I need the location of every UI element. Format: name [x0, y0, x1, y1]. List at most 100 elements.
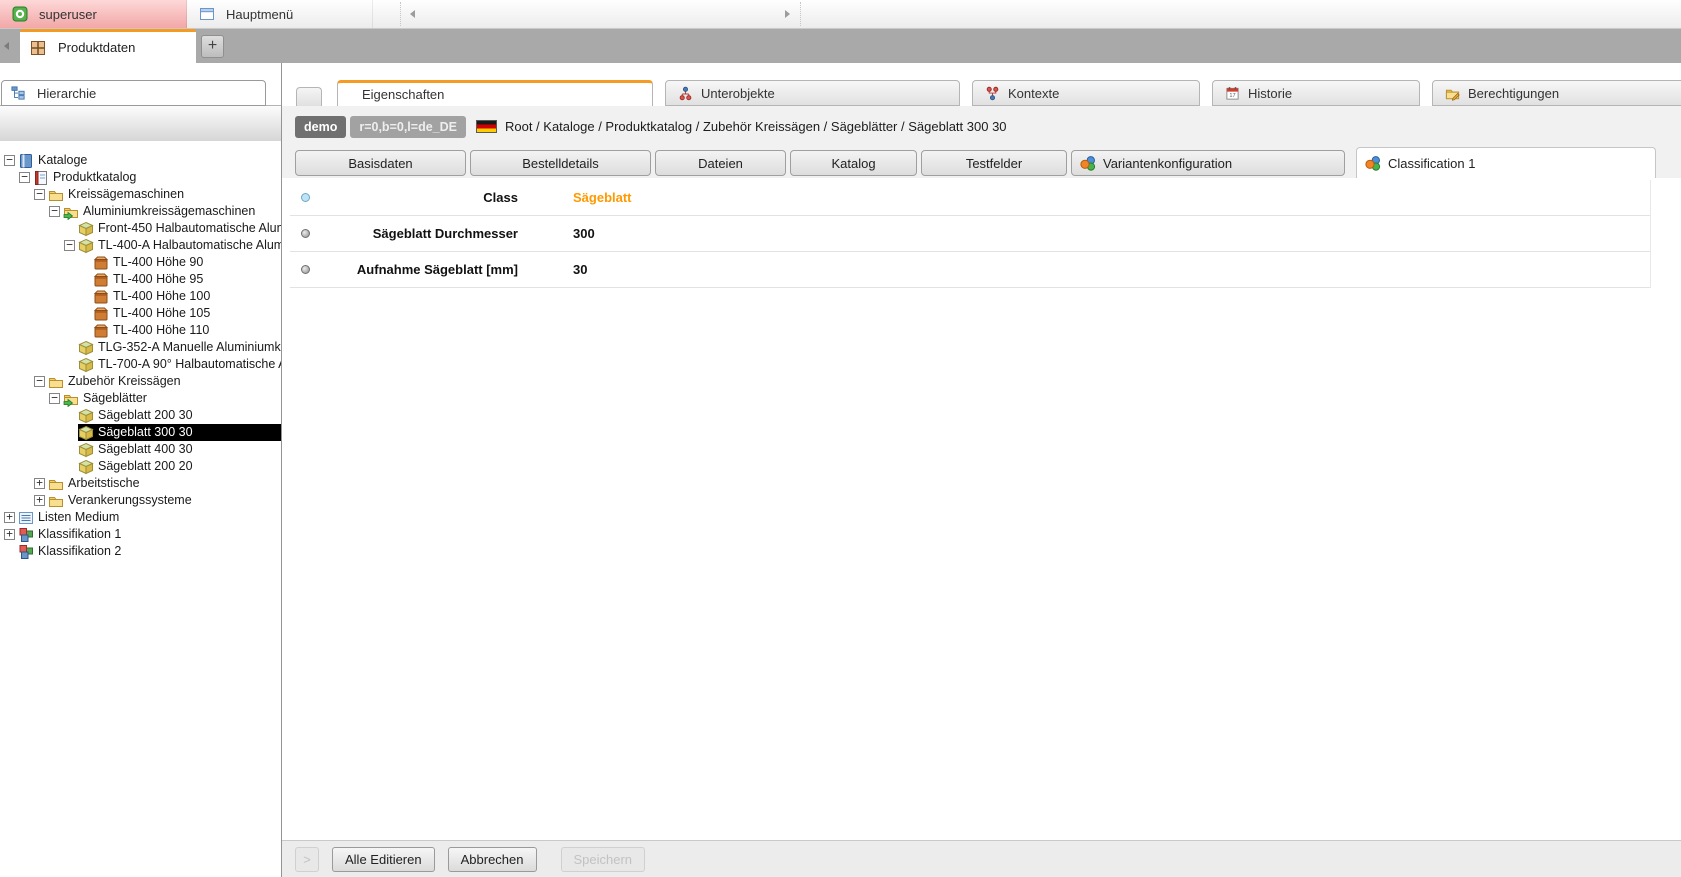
tree-expander-minus[interactable]: − — [49, 206, 60, 217]
tree-expander-minus[interactable]: − — [64, 240, 75, 251]
tree-item-tl-400-h-he-110[interactable]: TL-400 Höhe 110 — [0, 322, 281, 339]
tree-expander-minus[interactable]: − — [19, 172, 30, 183]
attribute-label: Aufnahme Sägeblatt [mm] — [318, 262, 518, 277]
tree-expander-plus[interactable]: + — [34, 495, 45, 506]
document-tab-label: Produktdaten — [58, 40, 135, 55]
attribute-value[interactable]: 300 — [573, 226, 595, 241]
tree-item-content: Sägeblatt 200 30 — [78, 407, 193, 424]
tree-item-content: Produktkatalog — [33, 169, 136, 186]
workspace: Hierarchie −Kataloge−Produktkatalog−Krei… — [0, 63, 1681, 877]
attribute-bullet-icon — [301, 265, 310, 274]
package-icon — [78, 340, 94, 356]
tree-item-tl-400-h-he-90[interactable]: TL-400 Höhe 90 — [0, 254, 281, 271]
classification-icon — [18, 527, 34, 543]
tree-item-s-geblatt-300-30[interactable]: Sägeblatt 300 30 — [0, 424, 281, 441]
tree-item-tlg-352-a-manuelle-aluminiumkr[interactable]: TLG-352-A Manuelle Aluminiumkr... — [0, 339, 281, 356]
abbrechen-button[interactable]: Abbrechen — [448, 847, 537, 872]
folder-link-icon — [63, 204, 79, 220]
scroll-left-icon[interactable] — [410, 10, 415, 18]
window-icon — [199, 6, 215, 22]
hierarchy-icon — [11, 86, 25, 100]
tree-item-s-gebl-tter[interactable]: −Sägeblätter — [0, 390, 281, 407]
svg-text:17: 17 — [1229, 93, 1235, 99]
tree-item-label: TL-400 Höhe 100 — [113, 288, 210, 305]
tree-item-s-geblatt-200-20[interactable]: Sägeblatt 200 20 — [0, 458, 281, 475]
subtab-variantenkonfiguration[interactable]: Variantenkonfiguration — [1071, 150, 1345, 176]
folder-icon — [48, 493, 64, 509]
scroll-right-icon[interactable] — [785, 10, 790, 18]
tree-item-tl-400-h-he-100[interactable]: TL-400 Höhe 100 — [0, 288, 281, 305]
tree-item-label: Kreissägemaschinen — [68, 186, 184, 203]
tree-expander-plus[interactable]: + — [4, 529, 15, 540]
attribute-value[interactable]: 30 — [573, 262, 587, 277]
tree-item-klassifikation-1[interactable]: + Klassifikation 1 — [0, 526, 281, 543]
tree-item-front-450-halbautomatische-alumi[interactable]: Front-450 Halbautomatische Alumi... — [0, 220, 281, 237]
tab-eigenschaften[interactable]: Eigenschaften — [337, 80, 653, 106]
tree-item-arbeitstische[interactable]: +Arbeitstische — [0, 475, 281, 492]
tree-item-s-geblatt-400-30[interactable]: Sägeblatt 400 30 — [0, 441, 281, 458]
tree-item-tl-700-a-90-halbautomatische-al[interactable]: TL-700-A 90° Halbautomatische Al... — [0, 356, 281, 373]
book-blue-icon — [18, 153, 34, 169]
document-tab-produktdaten[interactable]: Produktdaten — [20, 29, 196, 63]
tree-item-label: TL-400 Höhe 105 — [113, 305, 210, 322]
attribute-row-class: ClassSägeblatt — [290, 180, 1650, 216]
tree-item-listen-medium[interactable]: +Listen Medium — [0, 509, 281, 526]
tree-expander-plus[interactable]: + — [4, 512, 15, 523]
tab-berechtigungen[interactable]: Berechtigungen — [1432, 80, 1681, 106]
next-button[interactable]: > — [295, 847, 319, 872]
attributes-panel: ClassSägeblattSägeblatt Durchmesser300Au… — [282, 178, 1681, 840]
tree-expander-minus[interactable]: − — [34, 189, 45, 200]
tree-item-content: TLG-352-A Manuelle Aluminiumkr... — [78, 339, 281, 356]
window-tab-hauptmenu[interactable]: Hauptmenü — [187, 0, 373, 28]
subtab-testfelder[interactable]: Testfelder — [921, 150, 1067, 176]
subtab-classification-1[interactable]: Classification 1 — [1356, 147, 1656, 178]
object-tab-bar: Eigenschaften Unterobjekte Kontexte 17Histo… — [282, 80, 1681, 106]
subtab-label: Basisdaten — [348, 156, 412, 171]
tab-historie[interactable]: 17Historie — [1212, 80, 1420, 106]
tree-item-content: TL-400-A Halbautomatische Alumi... — [78, 237, 281, 254]
application-window: superuser Hauptmenü Produktdaten + Hiera… — [0, 0, 1681, 877]
tree-item-content: TL-400 Höhe 105 — [93, 305, 210, 322]
subtab-label: Katalog — [831, 156, 875, 171]
add-tab-button[interactable]: + — [201, 35, 224, 58]
tree-expander-plus[interactable]: + — [34, 478, 45, 489]
tree-expander-minus[interactable]: − — [49, 393, 60, 404]
tree-item-tl-400-h-he-95[interactable]: TL-400 Höhe 95 — [0, 271, 281, 288]
subtab-bestelldetails[interactable]: Bestelldetails — [470, 150, 651, 176]
tree-item-s-geblatt-200-30[interactable]: Sägeblatt 200 30 — [0, 407, 281, 424]
window-tab-superuser[interactable]: superuser — [0, 0, 187, 28]
tree-item-content: TL-400 Höhe 90 — [93, 254, 203, 271]
hierarchy-tab-label: Hierarchie — [37, 86, 96, 101]
action-bar: > Alle Editieren Abbrechen Speichern — [282, 840, 1681, 877]
hierarchy-toolbar — [0, 105, 281, 141]
tree-item-content: Klassifikation 1 — [18, 526, 121, 543]
tree-expander-minus[interactable]: − — [34, 376, 45, 387]
tree-item-content: Kataloge — [18, 152, 87, 169]
tab-label: Kontexte — [1008, 86, 1059, 101]
main-panel: Eigenschaften Unterobjekte Kontexte 17Histo… — [282, 63, 1681, 877]
tree-item-kreiss-gemaschinen[interactable]: − Kreissägemaschinen — [0, 186, 281, 203]
tree-item-label: Sägeblatt 200 20 — [98, 458, 193, 475]
subtab-basisdaten[interactable]: Basisdaten — [295, 150, 466, 176]
tree-item-tl-400-h-he-105[interactable]: TL-400 Höhe 105 — [0, 305, 281, 322]
alle-editieren-button[interactable]: Alle Editieren — [332, 847, 435, 872]
tree-item-kataloge[interactable]: −Kataloge — [0, 152, 281, 169]
tab-hierarchie[interactable]: Hierarchie — [1, 80, 266, 106]
tree-item-label: Klassifikation 1 — [38, 526, 121, 543]
tree-item-zubeh-r-kreiss-gen[interactable]: −Zubehör Kreissägen — [0, 373, 281, 390]
scroll-left-icon[interactable] — [4, 42, 9, 50]
subtab-dateien[interactable]: Dateien — [655, 150, 786, 176]
tree-item-produktkatalog[interactable]: −Produktkatalog — [0, 169, 281, 186]
tree-item-klassifikation-2[interactable]: Klassifikation 2 — [0, 543, 281, 560]
window-tab-label: superuser — [39, 7, 97, 22]
tree-item-tl-400-a-halbautomatische-alumi[interactable]: −TL-400-A Halbautomatische Alumi... — [0, 237, 281, 254]
speichern-button[interactable]: Speichern — [561, 847, 646, 872]
tab-kontexte[interactable]: Kontexte — [972, 80, 1200, 106]
tree-expander-minus[interactable]: − — [4, 155, 15, 166]
subtab-katalog[interactable]: Katalog — [790, 150, 917, 176]
clipped-tab-stub[interactable] — [296, 87, 322, 106]
tab-unterobjekte[interactable]: Unterobjekte — [665, 80, 960, 106]
tree-item-verankerungssysteme[interactable]: +Verankerungssysteme — [0, 492, 281, 509]
attribute-value[interactable]: Sägeblatt — [573, 190, 632, 205]
tree-item-aluminiumkreiss-gemaschinen[interactable]: −Aluminiumkreissägemaschinen — [0, 203, 281, 220]
